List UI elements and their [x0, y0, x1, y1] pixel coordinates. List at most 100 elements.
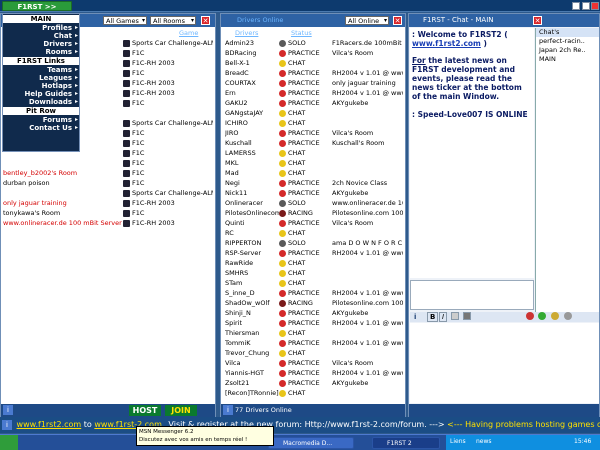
game-column-header[interactable]: Game [179, 29, 198, 37]
close-rooms-button[interactable]: ✕ [201, 16, 210, 25]
info-icon[interactable]: i [223, 405, 233, 415]
menu-item-hotlaps[interactable]: Hotlaps [3, 82, 79, 90]
driver-row[interactable]: RIPPERTON SOLO ama D O W N F O R C E [225, 238, 403, 248]
driver-row[interactable]: COURTAX PRACTICE only jaguar training [225, 78, 403, 88]
chat-compose[interactable] [410, 323, 599, 403]
driver-row[interactable]: Negi PRACTICE 2ch Novice Class [225, 178, 403, 188]
driver-row[interactable]: BDRacing PRACTICE Vilca's Room [225, 48, 403, 58]
bold-icon[interactable]: B [427, 312, 439, 322]
menu-item-chat[interactable]: Chat [3, 32, 79, 40]
join-chat-icon[interactable] [538, 312, 546, 320]
driver-row[interactable]: Bell-X-1 CHAT [225, 58, 403, 68]
drivers-column-header[interactable]: Drivers [235, 29, 258, 37]
menu-item-profiles[interactable]: Profiles [3, 24, 79, 32]
driver-row[interactable]: GAKU2 PRACTICE AKYgukebe [225, 98, 403, 108]
driver-row[interactable]: Nick11 PRACTICE AKYgukebe [225, 188, 403, 198]
driver-row[interactable]: Onlineracer SOLO www.onlineracer.de 100 [225, 198, 403, 208]
driver-row[interactable]: PilotesOnlinecom RACING Pilotesonline.com … [225, 208, 403, 218]
close-chat-button[interactable]: ✕ [533, 16, 542, 25]
room-row[interactable]: www.onlineracer.de 100 mBit Server F1C-RH… [3, 218, 213, 228]
driver-room: RH2004 v 1.01 @ www [332, 339, 403, 347]
driver-name: Kuschall [225, 139, 252, 147]
driver-row[interactable]: S_inne_D PRACTICE RH2004 v 1.01 @ www [225, 288, 403, 298]
room-row[interactable]: F1C [3, 158, 213, 168]
chat-input[interactable] [410, 280, 534, 310]
ticker-site-link[interactable]: www.f1rst2.com [17, 420, 82, 429]
close-icon[interactable] [591, 2, 599, 10]
room-game: F1C-RH 2003 [132, 59, 175, 67]
driver-row[interactable]: Ern PRACTICE RH2004 v 1.01 @ www [225, 88, 403, 98]
underline-icon[interactable] [451, 312, 459, 320]
driver-row[interactable]: Thiersman CHAT [225, 328, 403, 338]
emoticon-icon[interactable] [526, 312, 534, 320]
drivers-filter-select[interactable]: All Online [345, 16, 389, 25]
driver-row[interactable]: Trevor_Chung CHAT [225, 348, 403, 358]
f1rst-menu-button[interactable]: F1RST >> [2, 1, 72, 11]
driver-row[interactable]: Mad CHAT [225, 168, 403, 178]
taskbar-f1rst[interactable]: F1RST 2 [372, 437, 440, 449]
driver-row[interactable]: [Recon]TRonnie] CHAT [225, 388, 403, 398]
menu-item-help-guides[interactable]: Help Guides [3, 90, 79, 98]
sound-icon[interactable] [551, 312, 559, 320]
driver-row[interactable]: Zsolt21 PRACTICE AKYgukebe [225, 378, 403, 388]
room-row[interactable]: durban poison F1C [3, 178, 213, 188]
chat-room-item[interactable]: Japan 2ch Re.. [536, 46, 599, 55]
driver-room: 2ch Novice Class [332, 179, 388, 187]
menu-pit-row[interactable]: Pit Row [3, 107, 79, 115]
rooms-filter-select[interactable]: All Rooms [150, 16, 196, 25]
info-icon[interactable]: i [414, 313, 416, 321]
menu-item-rooms[interactable]: Rooms [3, 48, 79, 56]
driver-row[interactable]: BreadC PRACTICE RH2004 v 1.01 @ www [225, 68, 403, 78]
chat-room-item[interactable]: MAIN [536, 55, 599, 64]
start-button[interactable] [0, 435, 18, 450]
room-row[interactable]: bentley_b2002's Room F1C [3, 168, 213, 178]
chat-room-item[interactable]: perfect-racin.. [536, 37, 599, 46]
driver-row[interactable]: STam CHAT [225, 278, 403, 288]
driver-room: RH2004 v 1.01 @ www [332, 89, 403, 97]
games-filter-select[interactable]: All Games [103, 16, 147, 25]
driver-row[interactable]: MKL CHAT [225, 158, 403, 168]
driver-row[interactable]: Quinti PRACTICE Vilca's Room [225, 218, 403, 228]
maximize-button[interactable] [582, 2, 590, 10]
menu-item-downloads[interactable]: Downloads [3, 98, 79, 106]
menu-item-drivers[interactable]: Drivers [3, 40, 79, 48]
status-column-header[interactable]: Status [291, 29, 312, 37]
driver-row[interactable]: RawRide CHAT [225, 258, 403, 268]
host-button[interactable]: HOST [129, 405, 161, 416]
driver-row[interactable]: RSP-Server PRACTICE RH2004 v 1.01 @ www [225, 248, 403, 258]
close-drivers-button[interactable]: ✕ [393, 16, 402, 25]
driver-name: COURTAX [225, 79, 256, 87]
driver-row[interactable]: LAMERSS CHAT [225, 148, 403, 158]
taskbar-macromedia[interactable]: Macromedia D... [268, 437, 354, 449]
driver-row[interactable]: Admin23 SOLO F1Racers.de 100mBit [225, 38, 403, 48]
info-icon[interactable]: i [3, 405, 13, 415]
driver-name: Bell-X-1 [225, 59, 250, 67]
driver-row[interactable]: JIRO PRACTICE Vilca's Room [225, 128, 403, 138]
driver-row[interactable]: GANgstaJAY CHAT [225, 108, 403, 118]
menu-item-contact-us[interactable]: Contact Us [3, 124, 79, 132]
save-icon[interactable] [463, 312, 471, 320]
settings-icon[interactable] [564, 312, 572, 320]
driver-row[interactable]: Vilca PRACTICE Vilca's Room [225, 358, 403, 368]
driver-row[interactable]: ICHIRO CHAT [225, 118, 403, 128]
room-row[interactable]: Sports Car Challenge-ALMS [3, 188, 213, 198]
menu-item-leagues[interactable]: Leagues [3, 74, 79, 82]
room-row[interactable]: only jaguar training F1C-RH 2003 [3, 198, 213, 208]
join-button[interactable]: JOIN [165, 405, 197, 416]
driver-row[interactable]: ShadOw_wOlf RACING Pilotesonline.com 100M [225, 298, 403, 308]
driver-row[interactable]: TommiK PRACTICE RH2004 v 1.01 @ www [225, 338, 403, 348]
menu-item-forums[interactable]: Forums [3, 116, 79, 124]
driver-row[interactable]: Kuschall PRACTICE Kuschall's Room [225, 138, 403, 148]
driver-row[interactable]: Spirit PRACTICE RH2004 v 1.01 @ www [225, 318, 403, 328]
minimize-button[interactable] [572, 2, 580, 10]
driver-row[interactable]: Shinji_N PRACTICE AKYgukebe [225, 308, 403, 318]
italic-icon[interactable]: I [439, 312, 448, 322]
driver-row[interactable]: RC CHAT [225, 228, 403, 238]
driver-row[interactable]: Yiannis-HGT PRACTICE RH2004 v 1.01 @ www [225, 368, 403, 378]
driver-room: Vilca's Room [332, 219, 374, 227]
room-row[interactable]: tonykawa's Room F1C [3, 208, 213, 218]
driver-row[interactable]: SMHRS CHAT [225, 268, 403, 278]
info-icon[interactable]: i [2, 419, 12, 430]
site-link[interactable]: www.f1rst2.com [412, 39, 481, 48]
menu-item-teams[interactable]: Teams [3, 66, 79, 74]
